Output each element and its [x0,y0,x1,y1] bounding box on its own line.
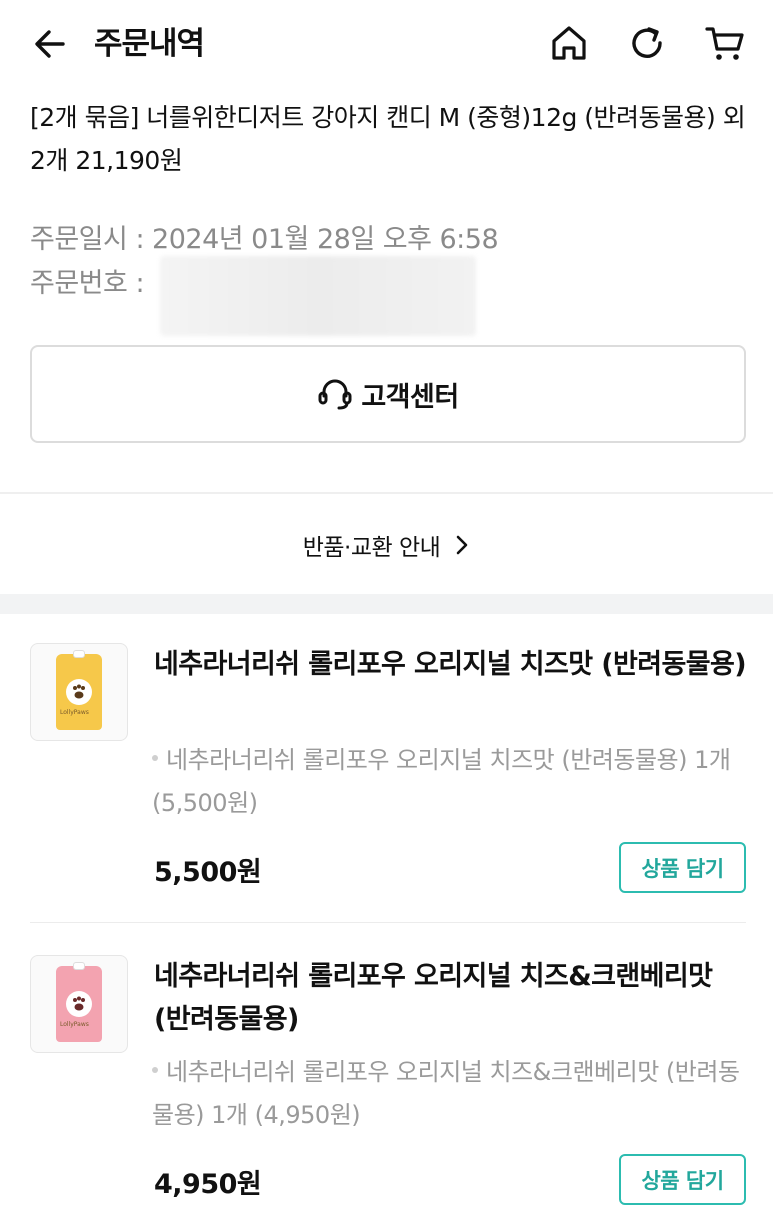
order-number-row: 주문번호 : [30,264,145,304]
order-date-value: 2024년 01월 28일 오후 6:58 [152,224,499,255]
section-separator [0,594,773,614]
package-brand-text: LollyPaws [60,709,89,716]
order-date-row: 주문일시 :2024년 01월 28일 오후 6:58 [30,220,499,260]
headset-icon [318,379,352,410]
product-option-text: 네추라너리쉬 롤리포우 오리지널 치즈&크랜베리맛 (반려동물용) 1개 (4,… [152,1058,740,1129]
cart-button[interactable] [702,20,748,66]
item-divider [30,922,746,923]
chevron-right-icon [454,534,470,556]
product-option: 네추라너리쉬 롤리포우 오리지널 치즈맛 (반려동물용) 1개 (5,500원) [152,739,752,825]
customer-center-label: 고객센터 [361,381,459,413]
app-header: 주문내역 [0,0,773,88]
product-thumbnail[interactable]: LollyPaws [30,643,128,741]
home-button[interactable] [546,20,592,66]
back-arrow-icon [35,30,65,58]
product-price: 5,500원 [154,857,262,888]
customer-center-button[interactable]: 고객센터 [30,345,746,443]
return-exchange-link[interactable]: 반품·교환 안내 [0,520,773,570]
add-to-cart-button[interactable]: 상품 담기 [619,842,746,893]
order-number-label: 주문번호 : [30,268,145,299]
order-number-redacted [160,256,476,336]
cart-icon [705,27,744,60]
refresh-button[interactable] [624,20,670,66]
product-package-image: LollyPaws [56,962,102,1042]
home-icon [552,26,586,60]
page-title: 주문내역 [94,26,205,62]
back-button[interactable] [28,22,72,66]
order-date-label: 주문일시 : [30,224,145,255]
product-package-image: LollyPaws [56,650,102,730]
product-name[interactable]: 네추라너리쉬 롤리포우 오리지널 치즈&크랜베리맛 (반려동물용) [154,955,750,1041]
product-option: 네추라너리쉬 롤리포우 오리지널 치즈&크랜베리맛 (반려동물용) 1개 (4,… [152,1051,752,1137]
paw-icon [66,991,92,1017]
product-name[interactable]: 네추라너리쉬 롤리포우 오리지널 치즈맛 (반려동물용) [154,643,750,686]
return-exchange-label: 반품·교환 안내 [302,535,441,561]
add-to-cart-button[interactable]: 상품 담기 [619,1154,746,1205]
product-price: 4,950원 [154,1169,262,1200]
product-thumbnail[interactable]: LollyPaws [30,955,128,1053]
product-option-text: 네추라너리쉬 롤리포우 오리지널 치즈맛 (반려동물용) 1개 (5,500원) [152,746,731,817]
divider [0,492,773,494]
refresh-icon [632,27,662,58]
package-brand-text: LollyPaws [60,1021,89,1028]
paw-icon [66,679,92,705]
order-summary-title: [2개 묶음] 너를위한디저트 강아지 캔디 M (중형)12g (반려동물용)… [30,103,746,175]
